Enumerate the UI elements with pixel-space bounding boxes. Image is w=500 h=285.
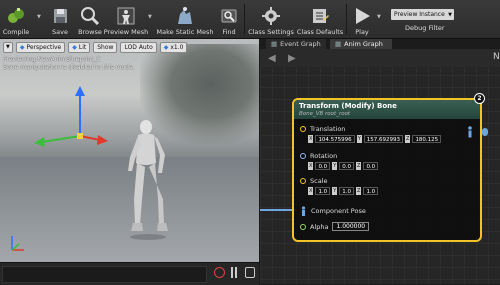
alpha-pin[interactable] [300, 223, 306, 230]
scale-y-field[interactable]: 1.0 [339, 187, 354, 195]
chevron-down-icon: ▼ [448, 11, 452, 18]
preview-viewport[interactable]: ▼ ◆ Perspective ◆ Lit Show LOD Auto ◆ x1.0 … [0, 39, 259, 262]
play-dropdown-icon[interactable]: ▼ [377, 14, 381, 20]
lod-button[interactable]: LOD Auto [120, 41, 157, 53]
preview-message: Previewing NewAnimBlueprint_C [3, 56, 101, 63]
camera-icon: ◆ [19, 43, 25, 51]
compile-icon [6, 6, 26, 26]
axis-indicator [11, 236, 24, 251]
record-button-icon[interactable] [214, 267, 225, 278]
output-pose-pin[interactable] [482, 128, 488, 136]
graph-nav-bar: ◀ ▶ N [260, 49, 500, 67]
component-pose-row: Component Pose [300, 206, 366, 216]
make-static-mesh-button[interactable]: Make Static Mesh [157, 2, 213, 36]
translation-x-field[interactable]: 104.575996 [315, 135, 355, 143]
scale-values: X 1.0 Y 1.0 Z 1.0 [308, 187, 379, 195]
transform-gizmo[interactable] [30, 84, 110, 154]
toolbar-divider [244, 4, 245, 34]
class-settings-icon [261, 6, 281, 26]
preview-mesh-button[interactable]: Preview Mesh [104, 2, 148, 36]
playback-bar [0, 262, 259, 285]
class-defaults-button[interactable]: Class Defaults [297, 2, 343, 36]
back-arrow-icon[interactable]: ◀ [268, 53, 276, 64]
viewport-options-button[interactable]: ▼ [3, 41, 13, 53]
speed-icon: ◆ [163, 43, 169, 51]
play-button[interactable]: Play [350, 2, 374, 36]
rotation-y-field[interactable]: 0.0 [339, 162, 354, 170]
scale-row: Scale [300, 177, 328, 185]
pause-button-icon[interactable] [231, 267, 233, 278]
perspective-button[interactable]: ◆ Perspective [15, 41, 66, 53]
scale-pin[interactable] [300, 178, 306, 184]
find-button[interactable]: Find [219, 2, 239, 36]
toolbar-divider [346, 4, 347, 34]
compile-button[interactable]: Compile [2, 2, 30, 36]
class-settings-button[interactable]: Class Settings [248, 2, 294, 36]
loop-button-icon[interactable] [245, 267, 255, 278]
tab-event-graph[interactable]: ▦ Event Graph [266, 39, 326, 49]
static-mesh-icon [175, 6, 195, 26]
translation-pin[interactable] [300, 126, 306, 132]
preview-mesh-icon [116, 6, 136, 26]
input-pose-wire [260, 209, 296, 211]
rotation-values: X 0.0 Y 0.0 Z 0.0 [308, 162, 379, 170]
graph-icon: ▦ [335, 40, 342, 48]
translation-values: X 104.575996 Y 157.692993 Z 180.125 [308, 135, 442, 143]
scale-x-field[interactable]: 1.0 [315, 187, 331, 195]
node-header: Transform (Modify) Bone Bone_VB root_roo… [294, 100, 480, 119]
node-subtitle: Bone_VB root_root [299, 111, 351, 117]
forward-arrow-icon[interactable]: ▶ [288, 53, 296, 64]
class-defaults-icon [310, 6, 330, 26]
rotation-row: Rotation [300, 152, 337, 160]
find-icon [219, 6, 239, 26]
lit-icon: ◆ [72, 43, 77, 51]
compile-dropdown-icon[interactable]: ▼ [37, 14, 41, 20]
viewport-toolbar: ▼ ◆ Perspective ◆ Lit Show LOD Auto ◆ x1.0 [0, 39, 259, 55]
mannequin-mesh [128, 120, 168, 240]
graph-tabs: ▦ Event Graph ▦ Anim Graph [260, 39, 500, 49]
transform-modify-bone-node[interactable]: Transform (Modify) Bone Bone_VB root_roo… [292, 98, 482, 242]
timeline-scrubber[interactable] [2, 266, 207, 283]
alpha-field[interactable]: 1.000000 [332, 222, 370, 231]
browse-button[interactable]: Browse [77, 2, 103, 36]
lit-button[interactable]: ◆ Lit [68, 41, 91, 53]
show-button[interactable]: Show [93, 41, 118, 53]
playback-speed-button[interactable]: ◆ x1.0 [159, 41, 188, 53]
translation-row: Translation [300, 125, 345, 133]
graph-icon: ▦ [271, 40, 278, 48]
translation-z-field[interactable]: 180.125 [412, 135, 442, 143]
save-button[interactable]: Save [48, 2, 72, 36]
node-title: Transform (Modify) Bone [299, 102, 397, 110]
scale-z-field[interactable]: 1.0 [363, 187, 379, 195]
node-badge: 2 [474, 93, 485, 104]
play-icon [352, 6, 372, 26]
tab-anim-graph[interactable]: ▦ Anim Graph [330, 39, 392, 49]
debug-filter-label: Debug Filter [405, 24, 445, 32]
translation-y-field[interactable]: 157.692993 [363, 135, 403, 143]
bone-manipulation-warning: Bone manipulation is disabled in this mo… [3, 64, 135, 71]
preview-mesh-dropdown-icon[interactable]: ▼ [148, 14, 152, 20]
pose-pin-icon[interactable] [300, 206, 307, 216]
rotation-pin[interactable] [300, 153, 306, 159]
browse-icon [80, 6, 100, 26]
main-toolbar: Compile ▼ Save Browse Preview Mesh ▼ Mak… [0, 0, 500, 39]
graph-nav-label: N [493, 52, 500, 62]
save-icon [50, 6, 70, 26]
rotation-z-field[interactable]: 0.0 [363, 162, 379, 170]
alpha-row: Alpha 1.000000 [300, 222, 370, 231]
rotation-x-field[interactable]: 0.0 [315, 162, 331, 170]
output-pose-pin-icon[interactable] [466, 126, 474, 138]
chevron-down-icon: ▼ [6, 44, 10, 50]
debug-filter-select[interactable]: Preview Instance ▼ [391, 9, 454, 20]
